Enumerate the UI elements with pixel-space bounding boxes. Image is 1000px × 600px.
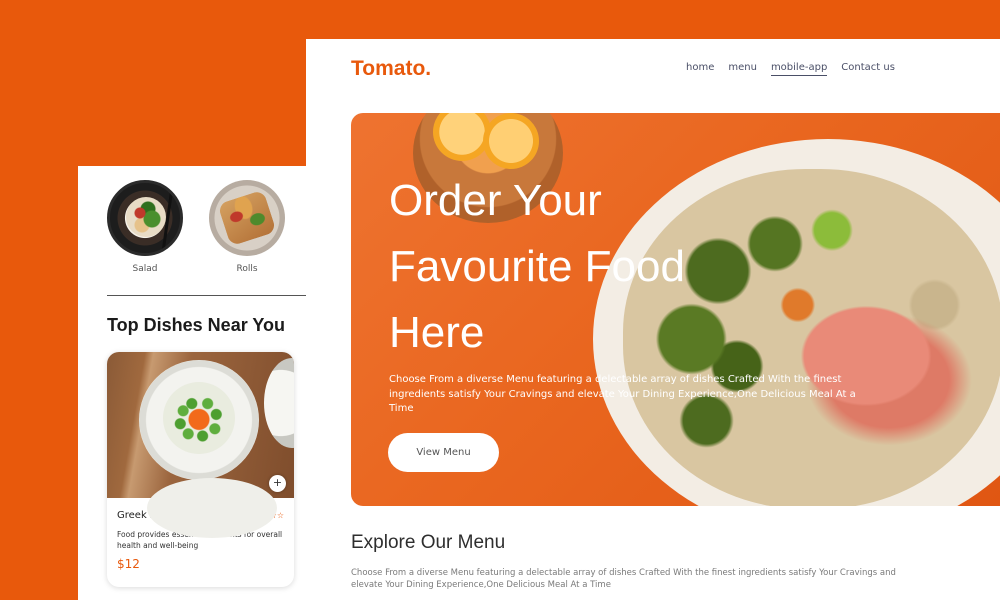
nav-home[interactable]: home xyxy=(686,62,714,76)
food-card[interactable]: + Greek salad ★★★★☆ Food provides essent… xyxy=(107,352,294,587)
bowl-image xyxy=(264,358,294,448)
category-rolls[interactable]: Rolls xyxy=(209,180,285,274)
salad-image xyxy=(107,180,183,256)
nav-contact-us[interactable]: Contact us xyxy=(841,62,895,76)
section-title: Top Dishes Near You xyxy=(107,315,286,335)
hero-subtitle: Choose From a diverse Menu featuring a d… xyxy=(389,374,856,414)
hero-title: Order Your Favourite Food Here xyxy=(389,176,685,357)
category-salad[interactable]: Salad xyxy=(107,180,183,274)
explore-text: Choose From a diverse Menu featuring a d… xyxy=(351,568,896,590)
divider xyxy=(107,295,318,296)
explore-title: Explore Our Menu xyxy=(351,532,506,553)
view-menu-button[interactable]: View Menu xyxy=(388,433,499,472)
food-image xyxy=(107,352,294,538)
category-label: Salad xyxy=(132,264,158,274)
hero-banner: Order Your Favourite Food Here Choose Fr… xyxy=(351,113,1000,506)
rolls-image xyxy=(209,180,285,256)
nav-mobile-app[interactable]: mobile-app xyxy=(770,62,828,76)
logo[interactable]: Tomato. xyxy=(351,57,431,81)
nav-menu[interactable]: menu xyxy=(728,62,757,76)
plate-image xyxy=(147,478,277,538)
mobile-preview: Salad Rolls Top Dishes Near You + Greek … xyxy=(78,166,318,600)
desktop-preview: Tomato. home menu mobile-app Contact us … xyxy=(306,39,1000,600)
navbar: home menu mobile-app Contact us xyxy=(686,62,895,76)
plate-image xyxy=(139,360,259,480)
category-label: Rolls xyxy=(236,264,258,274)
add-to-cart-button[interactable]: + xyxy=(269,475,286,492)
food-price: $12 xyxy=(117,557,140,571)
